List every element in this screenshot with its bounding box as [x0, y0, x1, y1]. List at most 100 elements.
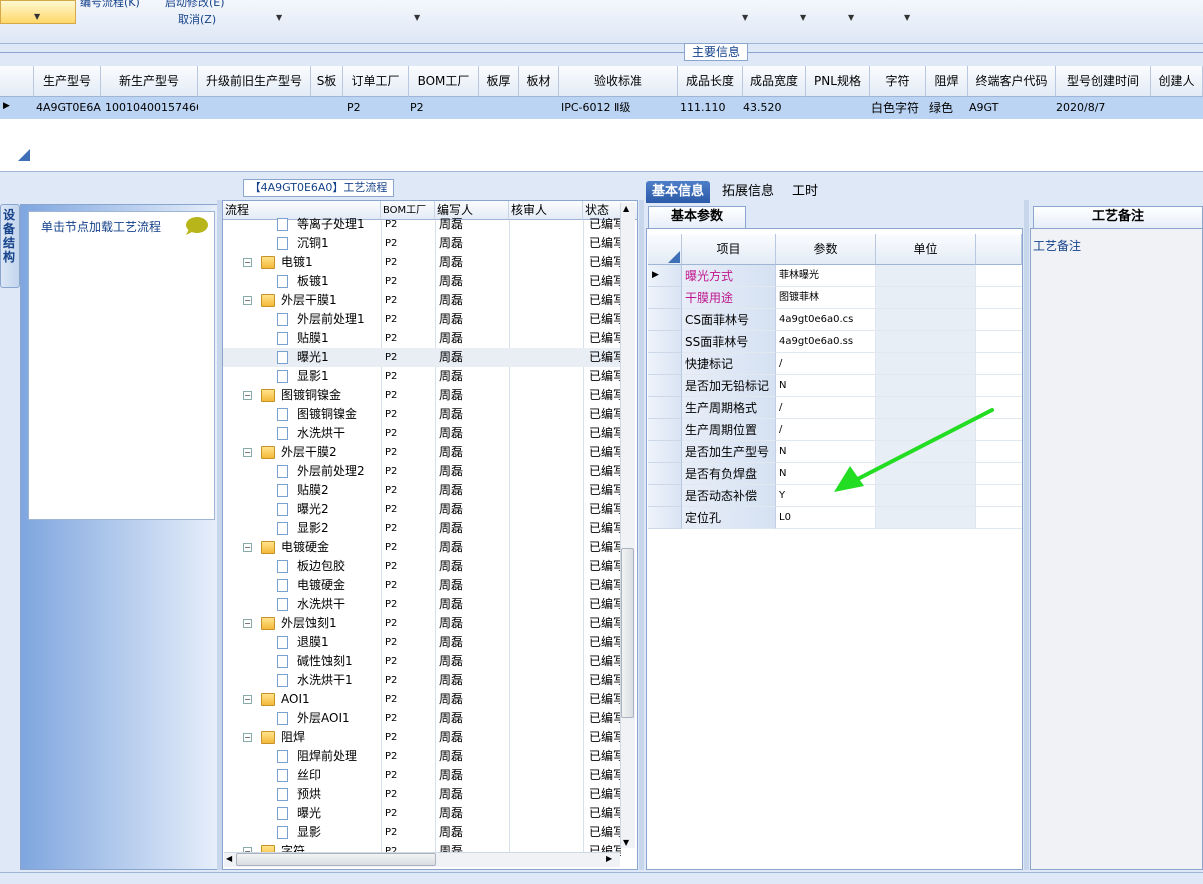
cell-writer[interactable]: 周磊 [439, 538, 507, 557]
device-tree-area[interactable] [28, 211, 215, 520]
cell-writer[interactable]: 周磊 [439, 690, 507, 709]
cell-writer[interactable]: 周磊 [439, 728, 507, 747]
cell-param-unit[interactable] [876, 309, 976, 331]
cell-param-item[interactable]: 生产周期位置 [682, 419, 776, 441]
cell-status[interactable]: 已编写 [589, 785, 621, 804]
cell-status[interactable]: 已编写 [589, 538, 621, 557]
tree-node-label[interactable]: 水洗烘干 [297, 424, 381, 443]
cell-bom-factory[interactable]: P2 [385, 766, 433, 785]
cell-status[interactable]: 已编写 [589, 728, 621, 747]
tree-node-label[interactable]: 阻焊 [281, 728, 381, 747]
param-row[interactable]: 干膜用途 图镀菲林 [648, 287, 1022, 309]
scroll-right-icon[interactable]: ▶ [606, 854, 612, 863]
tree-row[interactable]: 曝光1P2 周磊 已编写 [223, 348, 623, 367]
cell-status[interactable]: 已编写 [589, 481, 621, 500]
collapse-toggle-icon[interactable]: − [243, 619, 252, 628]
cell-writer[interactable]: 周磊 [439, 614, 507, 633]
cell-param-value[interactable]: 菲林曝光 [776, 265, 876, 287]
chevron-down-icon[interactable]: ▼ [414, 13, 420, 22]
cell-writer[interactable]: 周磊 [439, 253, 507, 272]
param-row[interactable]: 定位孔 L0 [648, 507, 1022, 529]
tree-node-label[interactable]: 曝光 [297, 804, 381, 823]
cell-status[interactable]: 已编写 [589, 557, 621, 576]
cell-param-unit[interactable] [876, 265, 976, 287]
scroll-left-icon[interactable]: ◀ [226, 854, 232, 863]
tree-node-label[interactable]: 退膜1 [297, 633, 381, 652]
tree-node-label[interactable]: 图镀铜镍金 [297, 405, 381, 424]
cell-status[interactable]: 已编写 [589, 747, 621, 766]
collapse-toggle-icon[interactable]: − [243, 695, 252, 704]
cell-bom-factory[interactable]: P2 [385, 538, 433, 557]
cell-status[interactable]: 已编写 [589, 234, 621, 253]
cell-status[interactable]: 已编写 [589, 291, 621, 310]
cell-bom-factory[interactable]: P2 [385, 443, 433, 462]
column-header[interactable]: 板材 [519, 66, 559, 97]
cell-status[interactable]: 已编写 [589, 329, 621, 348]
cell-param-value[interactable]: 4a9gt0e6a0.cs [776, 309, 876, 331]
cell-created[interactable]: 2020/8/7 [1054, 97, 1149, 119]
tree-row[interactable]: 贴膜1P2 周磊 已编写 [223, 329, 623, 348]
tree-row[interactable]: 水洗烘干P2 周磊 已编写 [223, 424, 623, 443]
cell-writer[interactable]: 周磊 [439, 519, 507, 538]
cell-writer[interactable]: 周磊 [439, 823, 507, 842]
column-header[interactable]: 阻焊 [926, 66, 968, 97]
cell-bom-factory[interactable]: P2 [385, 690, 433, 709]
column-header[interactable]: 升级前旧生产型号 [198, 66, 311, 97]
cell-param-item[interactable]: 是否加生产型号 [682, 441, 776, 463]
tree-row[interactable]: 退膜1P2 周磊 已编写 [223, 633, 623, 652]
cell-status[interactable]: 已编写 [589, 500, 621, 519]
tree-node-label[interactable]: 显影1 [297, 367, 381, 386]
cell-bom-factory[interactable]: P2 [385, 614, 433, 633]
cell-writer[interactable]: 周磊 [439, 405, 507, 424]
tree-node-label[interactable]: 电镀硬金 [297, 576, 381, 595]
tree-row[interactable]: 预烘P2 周磊 已编写 [223, 785, 623, 804]
toolbar-item-start-edit[interactable]: 启动修改(E) [165, 0, 225, 10]
collapse-toggle-icon[interactable]: − [243, 391, 252, 400]
tree-row[interactable]: 板镀1P2 周磊 已编写 [223, 272, 623, 291]
cell-writer[interactable]: 周磊 [439, 595, 507, 614]
toolbar-item-number-flow[interactable]: 编号流程(K) [80, 0, 140, 10]
cell-bom-factory[interactable]: P2 [385, 519, 433, 538]
cell-status[interactable]: 已编写 [589, 709, 621, 728]
cell-writer[interactable]: 周磊 [439, 367, 507, 386]
cell-writer[interactable]: 周磊 [439, 747, 507, 766]
cell-bom-factory[interactable]: P2 [385, 215, 433, 234]
remark-panel[interactable] [1030, 228, 1203, 870]
cell-status[interactable]: 已编写 [589, 215, 621, 234]
cell-status[interactable]: 已编写 [589, 272, 621, 291]
cell-writer[interactable]: 周磊 [439, 234, 507, 253]
collapse-toggle-icon[interactable]: − [243, 448, 252, 457]
cell-status[interactable]: 已编写 [589, 367, 621, 386]
cell-writer[interactable]: 周磊 [439, 557, 507, 576]
tree-row[interactable]: 显影P2 周磊 已编写 [223, 823, 623, 842]
tree-node-label[interactable]: 预烘 [297, 785, 381, 804]
scroll-down-icon[interactable]: ▼ [623, 838, 629, 847]
cell-writer[interactable]: 周磊 [439, 386, 507, 405]
tab-extended-info[interactable]: 拓展信息 [716, 181, 780, 203]
cell-bom-factory[interactable]: P2 [385, 500, 433, 519]
cell-status[interactable]: 已编写 [589, 424, 621, 443]
tree-node-label[interactable]: 碱性蚀刻1 [297, 652, 381, 671]
cell-writer[interactable]: 周磊 [439, 576, 507, 595]
cell-bom-factory[interactable]: P2 [385, 424, 433, 443]
tree-node-label[interactable]: 外层干膜2 [281, 443, 381, 462]
cell-status[interactable]: 已编写 [589, 804, 621, 823]
cell-status[interactable]: 已编写 [589, 405, 621, 424]
cell-writer[interactable]: 周磊 [439, 500, 507, 519]
cell-writer[interactable]: 周磊 [439, 633, 507, 652]
column-header[interactable]: 创建人 [1151, 66, 1203, 97]
param-row[interactable]: 是否加无铅标记 N [648, 375, 1022, 397]
column-header[interactable]: 字符 [870, 66, 926, 97]
cell-param-value[interactable]: L0 [776, 507, 876, 529]
tree-node-label[interactable]: 丝印 [297, 766, 381, 785]
tree-node-label[interactable]: 沉铜1 [297, 234, 381, 253]
tree-node-label[interactable]: 贴膜2 [297, 481, 381, 500]
tree-row[interactable]: 外层前处理2P2 周磊 已编写 [223, 462, 623, 481]
cell-param-item[interactable]: 定位孔 [682, 507, 776, 529]
tree-row[interactable]: 板边包胶P2 周磊 已编写 [223, 557, 623, 576]
cell-writer[interactable]: 周磊 [439, 215, 507, 234]
subtab-basic-params[interactable]: 基本参数 [648, 206, 746, 228]
param-row[interactable]: 快捷标记 / [648, 353, 1022, 375]
cell-param-unit[interactable] [876, 375, 976, 397]
cell-bom-factory[interactable]: P2 [385, 785, 433, 804]
